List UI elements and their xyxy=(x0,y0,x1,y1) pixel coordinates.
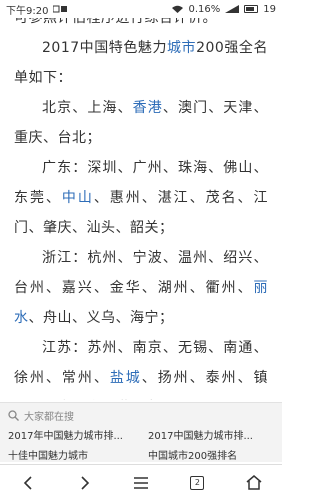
article-paragraph-group-2: 广东：深圳、广州、珠海、佛山、东莞、中山、惠州、湛江、茂名、江门、肇庆、汕头、韶… xyxy=(14,153,268,243)
home-icon xyxy=(246,475,262,490)
home-button[interactable] xyxy=(234,468,274,498)
city-link-zhongshan[interactable]: 中山 xyxy=(62,190,94,206)
battery-level: 19 xyxy=(263,3,276,15)
related-search-panel: 大家都在搜 2017年中国魅力城市排... 2017中国魅力城市排... 十佳中… xyxy=(0,402,282,462)
signal-icon xyxy=(225,5,240,13)
status-time: 下午9:20 xyxy=(6,5,49,17)
city-link-hongkong[interactable]: 香港 xyxy=(133,100,163,116)
article-text-cut: 可参照评估程序进行综合评价。 xyxy=(14,18,217,26)
back-button[interactable] xyxy=(8,468,48,498)
text-run: 2017中国特色魅力 xyxy=(42,40,167,56)
article-paragraph-group-1: 北京、上海、香港、澳门、天津、重庆、台北； xyxy=(14,93,268,153)
tabs-button[interactable]: 2 xyxy=(177,468,217,498)
menu-button[interactable] xyxy=(121,468,161,498)
forward-button[interactable] xyxy=(65,468,105,498)
chevron-right-icon xyxy=(81,475,89,490)
article-paragraph-intro: 2017中国特色魅力城市200强全名单如下： xyxy=(14,33,268,93)
status-bar: 下午9:20 0.16% 19 xyxy=(0,0,282,18)
related-search-item[interactable]: 中国城市200强排名 xyxy=(148,447,274,462)
article-body: 可参照评估程序进行综合评价。 2017中国特色魅力城市200强全名单如下： 北京… xyxy=(0,18,282,400)
related-row: 十佳中国魅力城市 中国城市200强排名 xyxy=(8,447,274,462)
city-link-cities[interactable]: 城市 xyxy=(167,40,196,56)
wifi-icon xyxy=(172,5,184,13)
related-search-item[interactable]: 十佳中国魅力城市 xyxy=(8,447,134,462)
city-link-yancheng[interactable]: 盐城 xyxy=(110,370,142,386)
text-run: 浙江：杭州、宁波、温州、绍兴、台州、嘉兴、金华、湖州、衢州、 xyxy=(14,250,268,296)
related-search-header: 大家都在搜 xyxy=(8,408,274,423)
article-paragraph-group-3: 浙江：杭州、宁波、温州、绍兴、台州、嘉兴、金华、湖州、衢州、丽水、舟山、义乌、海… xyxy=(14,243,268,333)
related-row: 2017年中国魅力城市排... 2017中国魅力城市排... xyxy=(8,427,274,442)
notification-icon xyxy=(53,5,68,13)
article-paragraph-group-4: 江苏：苏州、南京、无锡、南通、徐州、常州、盐城、扬州、泰州、镇江、淮安、连云港、… xyxy=(14,333,268,400)
text-run: 北京、上海、 xyxy=(42,100,133,116)
related-search-item[interactable]: 2017中国魅力城市排... xyxy=(148,427,274,442)
menu-icon xyxy=(133,476,148,489)
battery-icon xyxy=(244,5,259,13)
battery-percent: 0.16% xyxy=(188,3,221,15)
tab-count-icon: 2 xyxy=(190,475,205,490)
text-run: 、舟山、义乌、海宁； xyxy=(28,310,174,326)
chevron-left-icon xyxy=(24,475,32,490)
related-search-item[interactable]: 2017年中国魅力城市排... xyxy=(8,427,134,442)
bottom-nav-bar: 2 xyxy=(0,464,282,500)
related-search-title: 大家都在搜 xyxy=(24,411,74,423)
search-icon xyxy=(8,409,19,421)
